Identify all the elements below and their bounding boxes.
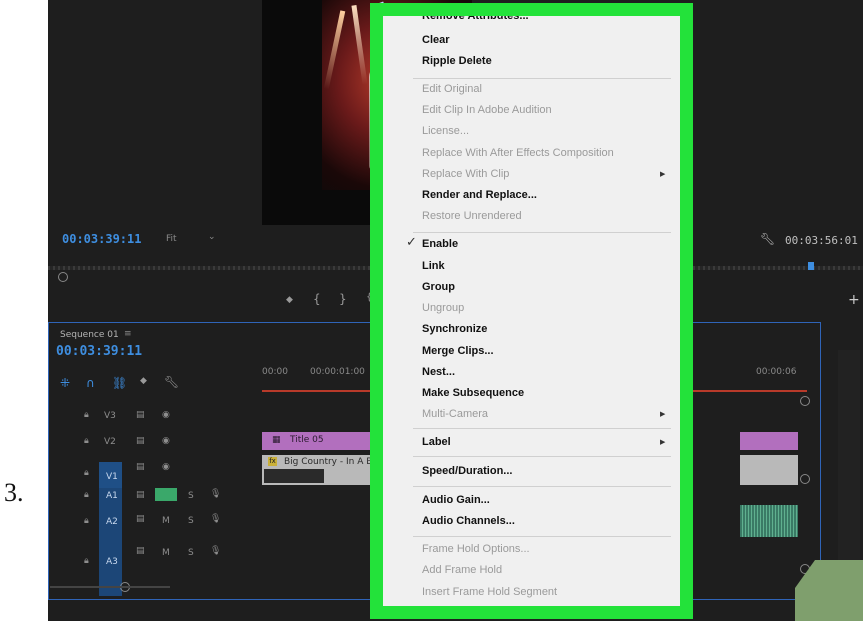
sync-lock-icon[interactable]: ▤ bbox=[136, 462, 145, 472]
snap-icon[interactable]: ∩ bbox=[86, 376, 95, 390]
lock-icon[interactable]: 🔒︎ bbox=[84, 410, 89, 420]
track-label-a2: A2 bbox=[106, 517, 118, 527]
eye-icon[interactable]: ◉ bbox=[162, 436, 170, 446]
a3-solo-button[interactable]: S bbox=[188, 548, 194, 558]
track-label-v3: V3 bbox=[104, 411, 116, 421]
ruler-tick-0: 00:00 bbox=[262, 367, 288, 377]
a2-mute-button[interactable]: M bbox=[162, 516, 170, 526]
wrench-icon[interactable]: 🔧︎ bbox=[760, 232, 775, 246]
highlight-outline bbox=[370, 3, 693, 619]
playhead-marker[interactable] bbox=[808, 262, 814, 270]
mark-in-icon[interactable]: { bbox=[313, 292, 321, 306]
sync-lock-icon[interactable]: ▤ bbox=[136, 514, 145, 524]
eye-icon[interactable]: ◉ bbox=[162, 462, 170, 472]
track-label-a3: A3 bbox=[106, 557, 118, 567]
lock-icon[interactable]: 🔒︎ bbox=[84, 490, 89, 500]
microphone-icon[interactable]: 🎙︎ bbox=[210, 514, 221, 524]
step-number: 3. bbox=[4, 478, 24, 507]
ruler-tick-2: 00:00:06 bbox=[756, 367, 797, 377]
sync-lock-icon[interactable]: ▤ bbox=[136, 546, 145, 556]
chevron-down-icon[interactable]: ⌄ bbox=[208, 232, 216, 242]
add-marker-icon[interactable]: ◆ bbox=[140, 376, 147, 386]
linked-selection-icon[interactable]: ⛓︎ bbox=[112, 376, 127, 390]
scroll-handle[interactable] bbox=[800, 474, 810, 484]
a2-solo-button[interactable]: S bbox=[188, 516, 194, 526]
a-source-patch[interactable] bbox=[99, 488, 122, 596]
clip-title-right[interactable] bbox=[740, 432, 798, 450]
lock-icon[interactable]: 🔒︎ bbox=[84, 468, 89, 478]
timeline-zoom-bar[interactable] bbox=[50, 586, 170, 588]
mark-out-icon[interactable]: } bbox=[339, 292, 347, 306]
lock-icon[interactable]: 🔒︎ bbox=[84, 436, 89, 446]
add-button-icon[interactable]: + bbox=[848, 292, 860, 308]
monitor-timecode-left[interactable]: 00:03:39:11 bbox=[62, 232, 141, 246]
a1-mute-button[interactable] bbox=[155, 488, 177, 501]
track-label-v1: V1 bbox=[106, 472, 118, 482]
wrench-icon[interactable]: 🔧︎ bbox=[164, 375, 179, 389]
track-label-v2: V2 bbox=[104, 437, 116, 447]
audio-clip-a2-right[interactable] bbox=[740, 505, 798, 537]
menu-icon[interactable]: ≡ bbox=[124, 329, 132, 339]
sequence-timecode[interactable]: 00:03:39:11 bbox=[56, 344, 142, 359]
sync-lock-icon[interactable]: ▤ bbox=[136, 410, 145, 420]
eye-icon[interactable]: ◉ bbox=[162, 410, 170, 420]
clip-video-right[interactable] bbox=[740, 455, 798, 485]
monitor-timecode-right: 00:03:56:01 bbox=[785, 234, 858, 247]
fx-badge-icon: fx bbox=[268, 457, 277, 466]
track-label-a1: A1 bbox=[106, 491, 118, 501]
nest-toggle-icon[interactable]: ⁜ bbox=[60, 376, 70, 390]
sync-lock-icon[interactable]: ▤ bbox=[136, 490, 145, 500]
microphone-icon[interactable]: 🎙︎ bbox=[210, 489, 221, 499]
audio-meter bbox=[838, 350, 860, 580]
fit-dropdown[interactable]: Fit bbox=[166, 234, 177, 244]
scroll-handle[interactable] bbox=[800, 396, 810, 406]
a1-solo-button[interactable]: S bbox=[188, 491, 194, 501]
sync-lock-icon[interactable]: ▤ bbox=[136, 436, 145, 446]
marker-icon[interactable]: ◆ bbox=[286, 295, 293, 305]
lock-icon[interactable]: 🔒︎ bbox=[84, 516, 89, 526]
sequence-tab[interactable]: Sequence 01 bbox=[60, 330, 119, 340]
a3-mute-button[interactable]: M bbox=[162, 548, 170, 558]
clip-title-label: Title 05 bbox=[290, 435, 324, 445]
microphone-icon[interactable]: 🎙︎ bbox=[210, 546, 221, 556]
zoom-handle-left[interactable] bbox=[58, 272, 68, 282]
lock-icon[interactable]: 🔒︎ bbox=[84, 556, 89, 566]
ruler-tick-1: 00:00:01:00 bbox=[310, 367, 365, 377]
film-icon: ▦ bbox=[272, 435, 281, 445]
